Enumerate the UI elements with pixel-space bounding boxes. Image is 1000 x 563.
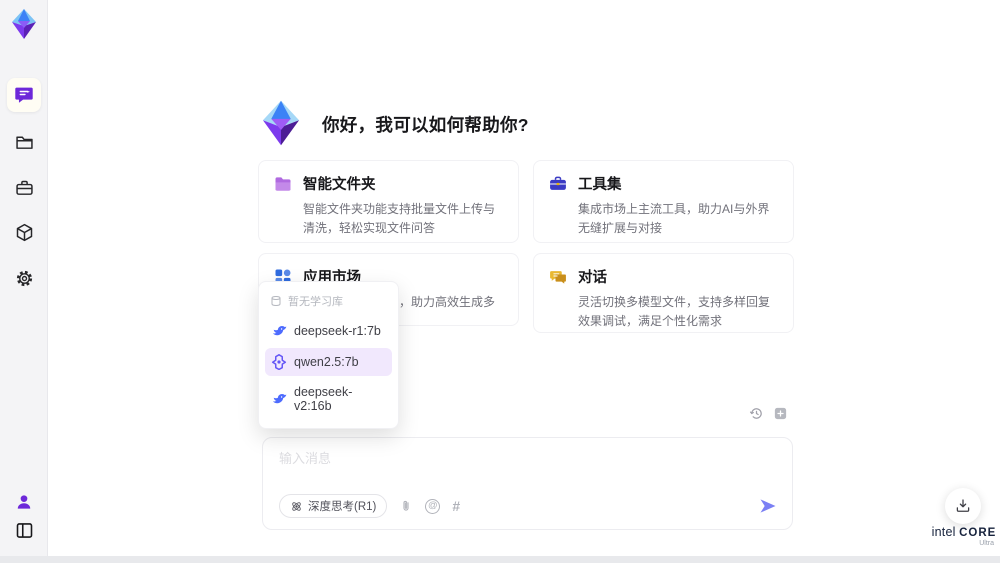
card-smart-folder[interactable]: 智能文件夹 智能文件夹功能支持批量文件上传与清洗，轻松实现文件问答 <box>258 160 519 243</box>
deepseek-icon <box>271 323 287 339</box>
add-window-icon[interactable] <box>772 405 788 421</box>
dropdown-empty-hint: 暂无学习库 <box>259 287 398 314</box>
mention-icon[interactable]: @ <box>425 498 441 514</box>
card-title: 工具集 <box>578 177 622 193</box>
split-panel-icon <box>14 520 35 541</box>
model-option-deepseek-v2[interactable]: deepseek-v2:16b <box>265 379 392 419</box>
sidebar-item-settings[interactable] <box>12 266 36 290</box>
sidebar-item-collapse[interactable] <box>12 518 36 542</box>
app-window: 你好，我可以如何帮助你? 智能文件夹 智能文件夹功能支持批量文件上传与清洗，轻松… <box>0 0 1000 563</box>
intel-logo-text: intel <box>931 525 956 539</box>
deepseek-icon <box>271 391 287 407</box>
card-description: 智能文件夹功能支持批量文件上传与清洗，轻松实现文件问答 <box>303 202 496 235</box>
sidebar-item-folders[interactable] <box>12 130 36 154</box>
model-dropdown: 暂无学习库 deepseek-r1:7b qwen2.5:7b deepseek… <box>258 281 399 429</box>
app-logo-icon <box>6 6 42 42</box>
download-button[interactable] <box>945 488 981 524</box>
chat-icon <box>13 84 35 106</box>
dialog-icon <box>548 267 568 287</box>
card-title: 对话 <box>578 270 607 286</box>
core-logo-text: core <box>959 527 997 539</box>
toolbox-icon <box>14 178 35 199</box>
card-description: 集成市场上主流工具，助力AI与外界无缝扩展与对接 <box>578 202 770 235</box>
composer-toolbar: 深度思考(R1) @ # <box>279 494 778 518</box>
window-bottom-edge <box>0 556 1000 563</box>
library-icon <box>270 295 282 307</box>
send-icon[interactable] <box>758 496 778 516</box>
composer: 深度思考(R1) @ # <box>262 437 793 530</box>
card-dialog[interactable]: 对话 灵活切换多模型文件，支持多样回复效果调试，满足个性化需求 <box>533 253 794 333</box>
qwen-icon <box>271 354 287 370</box>
smart-folder-icon <box>273 174 293 194</box>
download-icon <box>954 497 972 515</box>
atom-icon <box>290 500 303 513</box>
hash-icon[interactable]: # <box>452 498 460 514</box>
model-option-deepseek-r1[interactable]: deepseek-r1:7b <box>265 317 392 345</box>
folder-icon <box>14 132 35 153</box>
sidebar <box>0 0 48 563</box>
card-title: 智能文件夹 <box>303 177 376 193</box>
intel-core-badge: intel core Ultra <box>926 525 1000 547</box>
ultra-logo-text: Ultra <box>979 540 994 547</box>
model-option-label: deepseek-r1:7b <box>294 324 381 338</box>
card-toolset[interactable]: 工具集 集成市场上主流工具，助力AI与外界无缝扩展与对接 <box>533 160 794 243</box>
sidebar-item-toolbox[interactable] <box>12 176 36 200</box>
paperclip-icon[interactable] <box>399 499 413 513</box>
user-icon <box>14 492 34 512</box>
cube-icon <box>14 222 35 243</box>
chat-tools <box>748 405 788 421</box>
dropdown-empty-hint-label: 暂无学习库 <box>288 296 343 308</box>
sidebar-item-models[interactable] <box>12 220 36 244</box>
model-option-qwen[interactable]: qwen2.5:7b <box>265 348 392 376</box>
page-greeting: 你好，我可以如何帮助你? <box>322 115 529 135</box>
greeting-logo-icon <box>256 98 306 148</box>
sidebar-item-chat[interactable] <box>7 78 41 112</box>
settings-gear-icon <box>14 268 35 289</box>
sidebar-item-account[interactable] <box>12 490 36 514</box>
toolset-briefcase-icon <box>548 174 568 194</box>
model-option-label: deepseek-v2:16b <box>294 385 353 413</box>
history-icon[interactable] <box>748 405 764 421</box>
deep-think-toggle[interactable]: 深度思考(R1) <box>279 494 388 518</box>
deep-think-label: 深度思考(R1) <box>308 501 377 513</box>
card-description: 灵活切换多模型文件，支持多样回复效果调试，满足个性化需求 <box>578 295 771 328</box>
model-option-label: qwen2.5:7b <box>294 355 359 369</box>
message-input[interactable] <box>279 448 759 488</box>
